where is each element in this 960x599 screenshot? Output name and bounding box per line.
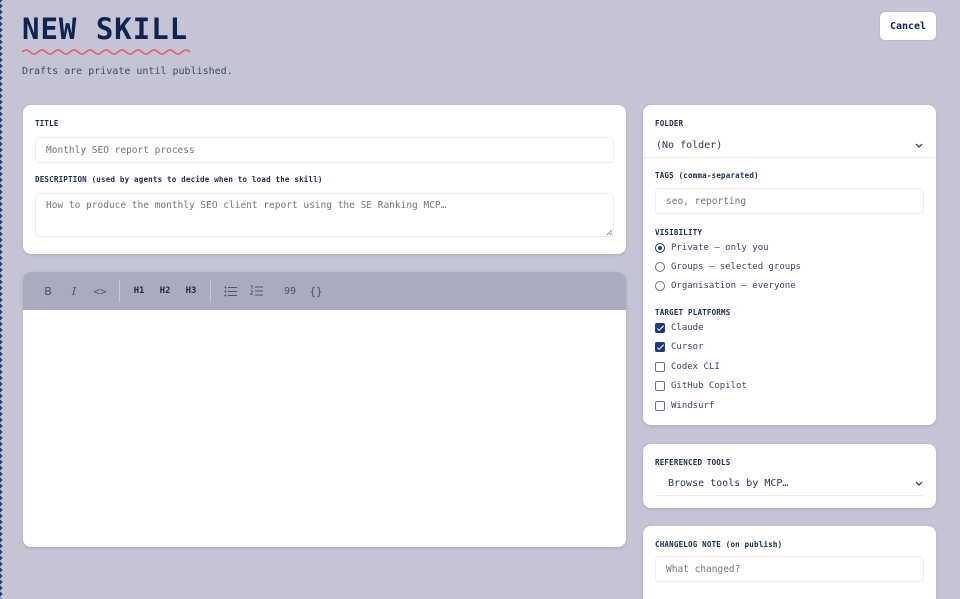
page-subtitle: Drafts are private until published. bbox=[22, 66, 233, 77]
heading-1-button[interactable]: H1 bbox=[126, 279, 152, 303]
platform-github-copilot[interactable]: GitHub Copilot bbox=[655, 381, 747, 391]
checkbox-unchecked[interactable] bbox=[655, 362, 665, 372]
visibility-option-label: Private — only you bbox=[671, 243, 769, 253]
description-textarea[interactable] bbox=[35, 193, 614, 237]
numbered-list-button[interactable] bbox=[243, 279, 269, 303]
chevron-down-icon bbox=[915, 481, 923, 486]
editor-content-area[interactable] bbox=[23, 310, 626, 547]
visibility-option-groups[interactable]: Groups — selected groups bbox=[655, 262, 801, 272]
inline-code-button[interactable]: <> bbox=[87, 279, 113, 303]
description-label-text: DESCRIPTION bbox=[35, 175, 87, 184]
checkbox-unchecked[interactable] bbox=[655, 381, 665, 391]
title-label: TITLE bbox=[35, 119, 59, 128]
referenced-tools-select[interactable]: Browse tools by MCP… bbox=[655, 472, 924, 496]
changelog-label-text: CHANGELOG NOTE bbox=[655, 540, 722, 549]
bullet-list-button[interactable] bbox=[217, 279, 243, 303]
referenced-tools-card: REFERENCED TOOLS Browse tools by MCP… bbox=[643, 444, 936, 508]
platform-claude[interactable]: Claude bbox=[655, 323, 704, 333]
platform-label: Claude bbox=[671, 323, 704, 333]
page-edge-decoration bbox=[0, 0, 5, 599]
heading-3-button[interactable]: H3 bbox=[178, 279, 204, 303]
checkbox-checked[interactable] bbox=[655, 323, 665, 333]
radio-unselected[interactable] bbox=[655, 281, 665, 291]
tags-label: TAGS (comma-separated) bbox=[655, 171, 759, 180]
editor-toolbar: B I <> H1 H2 H3 99 {} bbox=[23, 272, 626, 310]
quote-button[interactable]: 99 bbox=[277, 279, 303, 303]
tags-hint: (comma-separated) bbox=[678, 171, 759, 180]
checkbox-checked[interactable] bbox=[655, 342, 665, 352]
title-underline-squiggle bbox=[22, 49, 191, 55]
changelog-label: CHANGELOG NOTE (on publish) bbox=[655, 540, 782, 549]
description-label: DESCRIPTION (used by agents to decide wh… bbox=[35, 175, 323, 184]
platform-label: Windsurf bbox=[671, 401, 715, 411]
referenced-tools-value: Browse tools by MCP… bbox=[668, 478, 789, 489]
platform-windsurf[interactable]: Windsurf bbox=[655, 401, 714, 411]
numbered-list-icon bbox=[249, 285, 263, 296]
bullet-list-icon bbox=[224, 286, 237, 296]
toolbar-divider bbox=[210, 280, 211, 302]
toolbar-divider bbox=[119, 280, 120, 302]
visibility-option-label: Groups — selected groups bbox=[671, 262, 802, 272]
referenced-tools-label: REFERENCED TOOLS bbox=[655, 458, 731, 467]
heading-2-button[interactable]: H2 bbox=[152, 279, 178, 303]
page-title: NEW SKILL bbox=[22, 12, 189, 46]
chevron-down-icon bbox=[915, 143, 923, 148]
target-platforms-label: TARGET PLATFORMS bbox=[655, 308, 731, 317]
settings-card: FOLDER (No folder) TAGS (comma-separated… bbox=[643, 105, 936, 425]
tags-label-text: TAGS bbox=[655, 171, 674, 180]
radio-unselected[interactable] bbox=[655, 262, 665, 272]
checkbox-unchecked[interactable] bbox=[655, 401, 665, 411]
visibility-label: VISIBILITY bbox=[655, 228, 703, 237]
folder-select-value: (No folder) bbox=[656, 140, 723, 151]
visibility-option-private[interactable]: Private — only you bbox=[655, 243, 769, 253]
radio-selected[interactable] bbox=[655, 243, 665, 253]
platform-cursor[interactable]: Cursor bbox=[655, 342, 704, 352]
changelog-hint: (on publish) bbox=[725, 540, 783, 549]
details-card: TITLE DESCRIPTION (used by agents to dec… bbox=[23, 105, 626, 254]
cancel-button[interactable]: Cancel bbox=[879, 11, 937, 41]
description-hint: (used by agents to decide when to load t… bbox=[91, 175, 323, 184]
platform-label: Cursor bbox=[671, 342, 704, 352]
changelog-card: CHANGELOG NOTE (on publish) bbox=[643, 526, 936, 599]
folder-label: FOLDER bbox=[655, 119, 684, 128]
folder-select[interactable]: (No folder) bbox=[643, 134, 936, 158]
bold-button[interactable]: B bbox=[35, 279, 61, 303]
italic-button[interactable]: I bbox=[61, 279, 87, 303]
platform-label: GitHub Copilot bbox=[671, 381, 747, 391]
platform-label: Codex CLI bbox=[671, 362, 720, 372]
visibility-option-organisation[interactable]: Organisation — everyone bbox=[655, 281, 796, 291]
resize-handle-icon[interactable] bbox=[606, 229, 613, 236]
code-block-button[interactable]: {} bbox=[303, 279, 329, 303]
platform-codex-cli[interactable]: Codex CLI bbox=[655, 362, 720, 372]
editor-card: B I <> H1 H2 H3 99 {} bbox=[23, 272, 626, 547]
changelog-input[interactable] bbox=[655, 556, 924, 582]
tags-input[interactable] bbox=[655, 188, 924, 214]
title-input[interactable] bbox=[35, 137, 614, 163]
visibility-option-label: Organisation — everyone bbox=[671, 281, 796, 291]
